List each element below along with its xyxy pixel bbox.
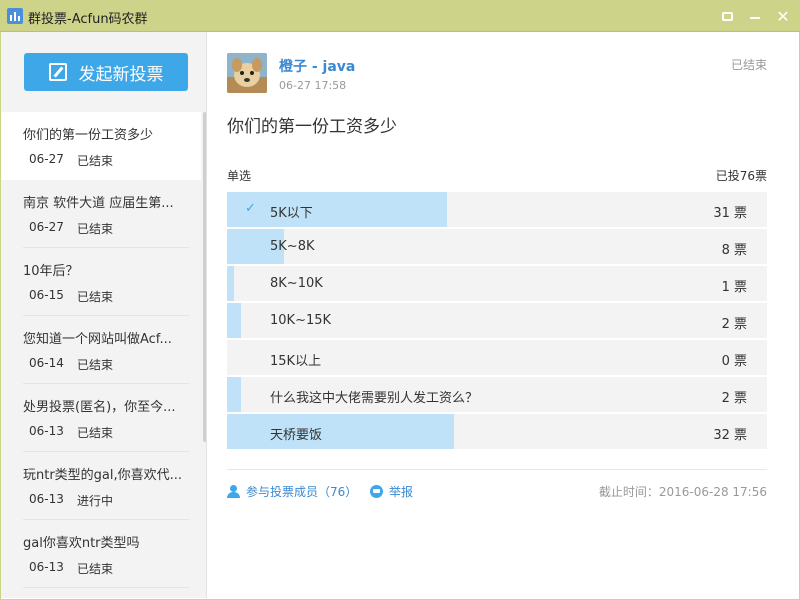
list-item-date: 06-27	[29, 152, 64, 166]
list-item-title: 处男投票(匿名)，你至今...	[23, 400, 176, 415]
option-bar	[227, 414, 455, 449]
poll-question: 你们的第一份工资多少	[227, 117, 397, 137]
avatar[interactable]	[227, 53, 267, 93]
list-item-status: 已结束	[77, 222, 114, 236]
vote-type: 单选	[227, 169, 252, 183]
poll-status: 已结束	[730, 58, 767, 72]
members-label: 参与投票成员（76）	[246, 485, 358, 499]
option-label: 5K以下	[270, 206, 313, 221]
list-item-status: 进行中	[77, 494, 114, 508]
vote-total: 已投76票	[715, 169, 767, 183]
list-item[interactable]: 10年后？ 06-15 已结束	[1, 248, 201, 316]
option-count: 2 票	[721, 317, 747, 332]
report-link[interactable]: 举报	[370, 483, 413, 500]
person-icon	[227, 485, 240, 498]
sidebar-scrollbar[interactable]	[203, 112, 206, 442]
chart-icon	[7, 8, 23, 24]
poll-option[interactable]: ✓ 5K以下 31 票	[227, 192, 767, 227]
list-item-date: 06-27	[29, 220, 64, 234]
message-icon[interactable]	[716, 6, 738, 26]
poll-option[interactable]: 天桥要饭 32 票	[227, 414, 767, 449]
option-label: 10K~15K	[270, 313, 332, 328]
deadline: 截止时间：2016-06-28 17:56	[598, 485, 767, 499]
list-item-title: 您知道一个网站叫做Acf...	[23, 332, 172, 347]
divider	[227, 469, 767, 470]
option-count: 32 票	[713, 428, 747, 443]
list-item[interactable]: 处男投票(匿名)，你至今... 06-13 已结束	[1, 384, 201, 452]
list-item-date: 06-13	[29, 492, 64, 506]
poll-option[interactable]: 5K~8K 8 票	[227, 229, 767, 264]
poll-list: 你们的第一份工资多少 06-27 已结束 南京 软件大道 应届生第... 06-…	[1, 112, 201, 588]
list-item-status: 已结束	[77, 358, 114, 372]
option-label: 15K以上	[270, 354, 322, 369]
option-label: 天桥要饭	[270, 428, 323, 443]
new-vote-button[interactable]: 发起新投票	[24, 53, 188, 91]
list-item-title: 南京 软件大道 应届生第...	[23, 196, 174, 211]
list-item[interactable]: 你们的第一份工资多少 06-27 已结束	[1, 112, 201, 180]
option-bar	[227, 192, 448, 227]
option-count: 8 票	[721, 243, 747, 258]
list-item-title: 你们的第一份工资多少	[23, 128, 154, 143]
list-item[interactable]: 南京 软件大道 应届生第... 06-27 已结束	[1, 180, 201, 248]
list-item[interactable]: 您知道一个网站叫做Acf... 06-14 已结束	[1, 316, 201, 384]
list-item-date: 06-13	[29, 424, 64, 438]
title-bar: 群投票-Acfun码农群 ✕	[0, 0, 800, 32]
option-label: 5K~8K	[270, 239, 315, 254]
option-bar	[227, 377, 242, 412]
post-time: 06-27 17:58	[279, 79, 347, 92]
poll-option[interactable]: 什么我这中大佬需要别人发工资么？ 2 票	[227, 377, 767, 412]
list-item-title: gal你喜欢ntr类型吗	[23, 536, 140, 551]
option-label: 8K~10K	[270, 276, 323, 291]
report-label: 举报	[389, 485, 414, 499]
option-count: 31 票	[713, 206, 747, 221]
minimize-icon[interactable]	[744, 6, 766, 26]
list-item-status: 已结束	[77, 290, 114, 304]
report-icon	[370, 485, 383, 498]
list-item-title: 玩ntr类型的gal,你喜欢代...	[23, 468, 183, 483]
close-icon[interactable]: ✕	[772, 6, 794, 26]
list-item-status: 已结束	[77, 154, 114, 168]
edit-icon	[48, 63, 67, 81]
list-item-title: 10年后？	[23, 264, 79, 279]
sidebar: 发起新投票 你们的第一份工资多少 06-27 已结束 南京 软件大道 应届生第.…	[1, 32, 207, 598]
list-item-status: 已结束	[77, 426, 114, 440]
option-count: 1 票	[721, 280, 747, 295]
poll-option[interactable]: 10K~15K 2 票	[227, 303, 767, 338]
vote-members-link[interactable]: 参与投票成员（76）	[227, 483, 357, 500]
window-title: 群投票-Acfun码农群	[28, 12, 148, 27]
poll-options: ✓ 5K以下 31 票 5K~8K 8 票 8K~10K 1 票 10K~15K…	[227, 192, 767, 451]
list-item-date: 06-14	[29, 356, 64, 370]
list-item-date: 06-13	[29, 560, 64, 574]
option-label: 什么我这中大佬需要别人发工资么？	[270, 391, 479, 406]
check-icon: ✓	[245, 201, 256, 216]
list-item[interactable]: 玩ntr类型的gal,你喜欢代... 06-13 进行中	[1, 452, 201, 520]
option-bar	[227, 303, 242, 338]
option-count: 2 票	[721, 391, 747, 406]
new-vote-label: 发起新投票	[78, 64, 164, 85]
divider	[23, 587, 189, 588]
option-bar	[227, 266, 235, 301]
list-item-date: 06-15	[29, 288, 64, 302]
option-count: 0 票	[721, 354, 747, 369]
poll-detail: 橙子 - java 06-27 17:58 已结束 你们的第一份工资多少 单选 …	[208, 32, 799, 598]
poll-option[interactable]: 15K以上 0 票	[227, 340, 767, 375]
list-item-status: 已结束	[77, 562, 114, 576]
list-item[interactable]: gal你喜欢ntr类型吗 06-13 已结束	[1, 520, 201, 588]
poll-option[interactable]: 8K~10K 1 票	[227, 266, 767, 301]
author-name[interactable]: 橙子 - java	[279, 56, 355, 76]
